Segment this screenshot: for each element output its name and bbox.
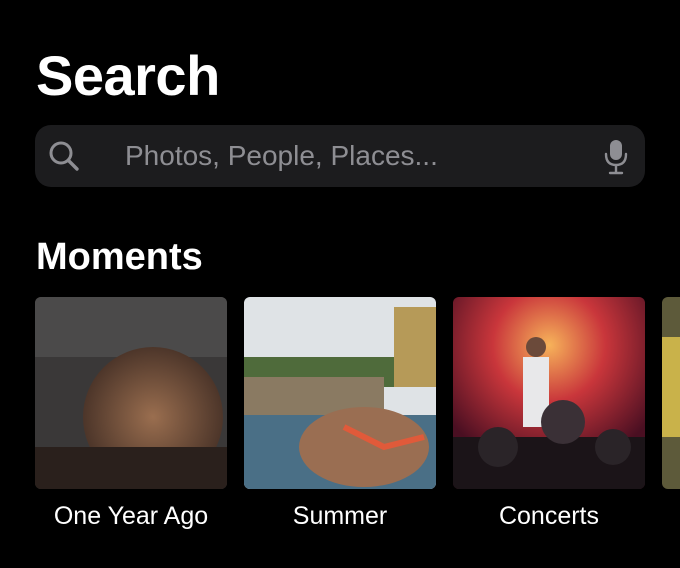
photo-thumbnail bbox=[244, 297, 436, 489]
search-input[interactable] bbox=[125, 125, 605, 187]
search-bar[interactable] bbox=[35, 125, 645, 187]
microphone-icon[interactable] bbox=[603, 139, 629, 175]
search-icon bbox=[49, 141, 79, 171]
moment-label: One Year Ago bbox=[53, 502, 209, 530]
moment-card-concerts[interactable]: Concerts bbox=[453, 297, 645, 530]
moment-thumbnail[interactable] bbox=[244, 297, 436, 489]
moment-thumbnail-partial[interactable] bbox=[662, 297, 680, 489]
moment-label: Summer bbox=[292, 502, 388, 530]
moment-thumbnail[interactable] bbox=[35, 297, 227, 489]
photo-thumbnail bbox=[35, 297, 227, 489]
moment-thumbnail[interactable] bbox=[453, 297, 645, 489]
search-screen: Search Moments bbox=[0, 0, 680, 568]
moments-heading: Moments bbox=[36, 236, 203, 278]
moment-card-one-year-ago[interactable]: One Year Ago bbox=[35, 297, 227, 530]
moment-label: Concerts bbox=[498, 502, 600, 530]
moment-card-summer[interactable]: Summer bbox=[244, 297, 436, 530]
page-title: Search bbox=[36, 44, 220, 107]
photo-thumbnail bbox=[662, 297, 680, 489]
photo-thumbnail bbox=[453, 297, 645, 489]
